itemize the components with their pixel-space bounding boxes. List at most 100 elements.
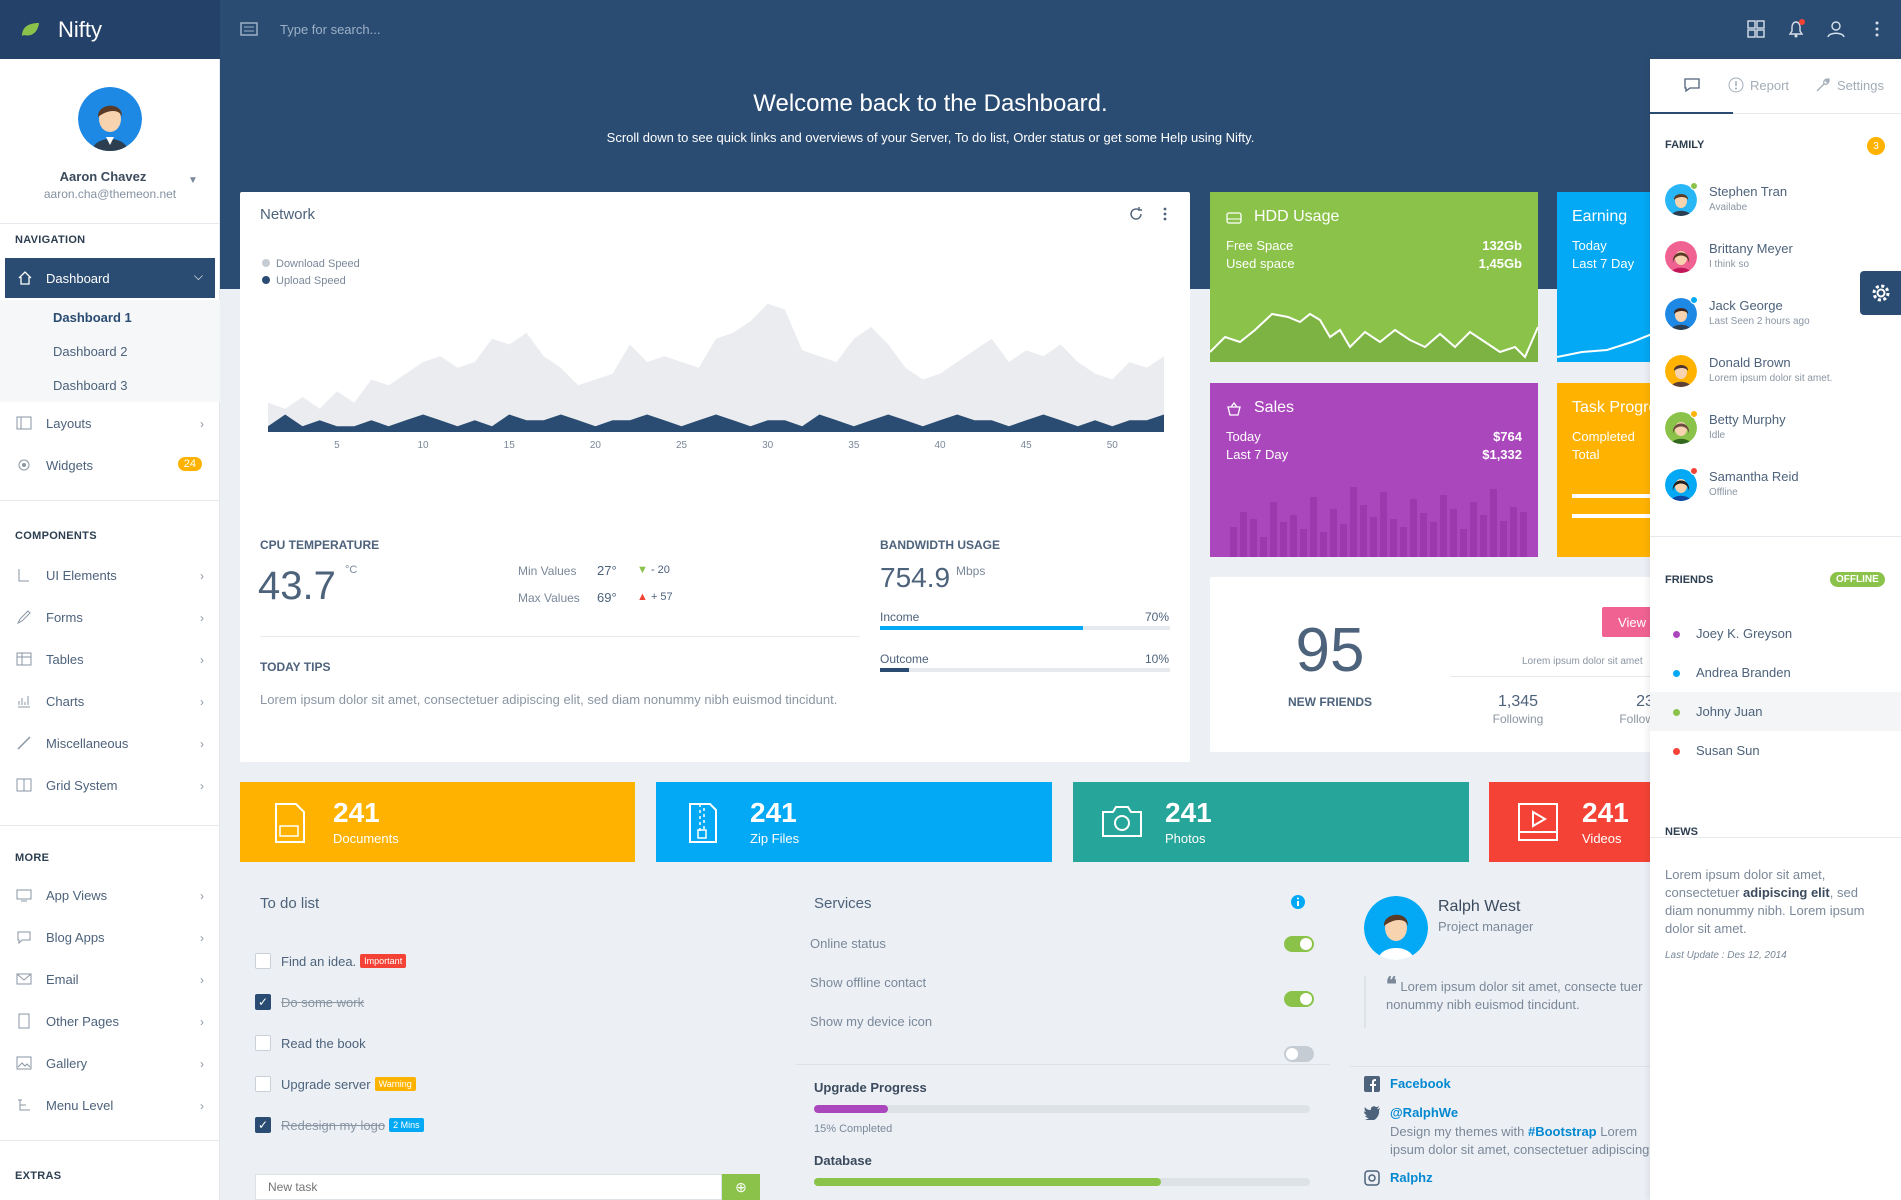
sidebar-item-forms[interactable]: Forms › bbox=[0, 597, 220, 637]
toggle-knob bbox=[1286, 1048, 1298, 1060]
extras-section-title: EXTRAS bbox=[15, 1170, 62, 1182]
chat-icon[interactable] bbox=[1683, 77, 1701, 93]
status-dot bbox=[1673, 670, 1680, 677]
chevron-right-icon: › bbox=[200, 737, 204, 751]
settings-toggle-button[interactable] bbox=[1860, 271, 1901, 315]
sidebar-item-other-pages[interactable]: Other Pages › bbox=[0, 1001, 220, 1041]
device-icon-toggle[interactable] bbox=[1284, 1046, 1314, 1062]
todo-item[interactable]: ✓ Redesign my logo 2 Mins bbox=[255, 1114, 424, 1136]
friends-count: 95 bbox=[1295, 616, 1365, 685]
contact-stephen-tran[interactable]: Stephen Tran Availabe bbox=[1665, 180, 1895, 230]
sales-bar bbox=[1300, 529, 1307, 557]
value: $764 bbox=[1493, 429, 1522, 444]
stat-tile-photos[interactable]: 241 Photos bbox=[1073, 782, 1469, 862]
new-task-input[interactable] bbox=[255, 1174, 722, 1200]
sidebar-item-label: Gallery bbox=[46, 1055, 88, 1071]
sales-tile: Sales Today $764 Last 7 Day $1,332 bbox=[1210, 383, 1538, 557]
sidebar-item-app-views[interactable]: App Views › bbox=[0, 875, 220, 915]
stat-tile-documents[interactable]: 241 Documents bbox=[240, 782, 635, 862]
sidebar-item-menu-level[interactable]: Menu Level › bbox=[0, 1085, 220, 1125]
contact-donald-brown[interactable]: Donald Brown Lorem ipsum dolor sit amet. bbox=[1665, 351, 1895, 401]
todo-item[interactable]: Upgrade server Warning bbox=[255, 1073, 416, 1095]
sales-bar bbox=[1480, 515, 1487, 557]
todo-item[interactable]: ✓ Do some work bbox=[255, 991, 364, 1013]
sidebar-item-dashboard[interactable]: Dashboard ⌵ bbox=[5, 258, 215, 298]
todo-item[interactable]: Find an idea. Important bbox=[255, 950, 407, 972]
grid-icon[interactable] bbox=[1745, 18, 1767, 40]
tab-report[interactable]: Report bbox=[1728, 77, 1789, 93]
todo-checkbox[interactable]: ✓ bbox=[255, 994, 271, 1010]
divider bbox=[0, 223, 220, 224]
facebook-link[interactable]: Facebook bbox=[1390, 1076, 1451, 1091]
gallery-icon bbox=[16, 1056, 32, 1070]
sidebar-item-gallery[interactable]: Gallery › bbox=[0, 1043, 220, 1083]
user-icon[interactable] bbox=[1825, 18, 1847, 40]
todo-checkbox[interactable]: ✓ bbox=[255, 1117, 271, 1133]
add-task-button[interactable]: ⊕ bbox=[722, 1174, 760, 1200]
leaf-logo-icon bbox=[22, 22, 39, 36]
toggle-knob bbox=[1300, 993, 1312, 1005]
brand[interactable]: Nifty bbox=[0, 0, 220, 59]
bell-icon[interactable] bbox=[1785, 18, 1807, 40]
sidebar-item-ui-elements[interactable]: UI Elements › bbox=[0, 555, 220, 595]
refresh-icon[interactable] bbox=[1128, 206, 1144, 222]
comment-icon bbox=[17, 931, 31, 945]
online-status-toggle[interactable] bbox=[1284, 936, 1314, 952]
status-dot bbox=[1673, 748, 1680, 755]
instagram-link[interactable]: Ralphz bbox=[1390, 1170, 1433, 1185]
twitter-link[interactable]: @RalphWe bbox=[1390, 1105, 1458, 1120]
friend-joey-greyson[interactable]: Joey K. Greyson bbox=[1650, 614, 1901, 653]
sidebar-subitem-dashboard-1[interactable]: Dashboard 1 bbox=[0, 300, 220, 334]
sales-bar bbox=[1270, 502, 1277, 557]
sidebar-subitem-dashboard-3[interactable]: Dashboard 3 bbox=[0, 368, 220, 402]
sidebar-item-blog-apps[interactable]: Blog Apps › bbox=[0, 917, 220, 957]
info-icon[interactable] bbox=[1290, 894, 1306, 910]
sidebar-subitem-dashboard-2[interactable]: Dashboard 2 bbox=[0, 334, 220, 368]
friend-susan-sun[interactable]: Susan Sun bbox=[1650, 731, 1901, 770]
friend-johny-juan[interactable]: Johny Juan bbox=[1650, 692, 1901, 731]
avatar[interactable] bbox=[78, 87, 142, 151]
profile-avatar[interactable] bbox=[1364, 896, 1428, 960]
profile-quote: ❝ Lorem ipsum dolor sit amet, consecte t… bbox=[1364, 976, 1650, 1028]
tab-settings[interactable]: Settings bbox=[1815, 77, 1884, 93]
friend-name: Susan Sun bbox=[1696, 743, 1760, 758]
chevron-right-icon: › bbox=[200, 779, 204, 793]
profile-name[interactable]: Ralph West bbox=[1438, 898, 1520, 916]
todo-item[interactable]: Read the book bbox=[255, 1032, 366, 1054]
stat-label: Photos bbox=[1165, 831, 1206, 846]
gear-icon bbox=[1872, 284, 1889, 302]
sidebar-item-grid-system[interactable]: Grid System › bbox=[0, 765, 220, 805]
sidebar-item-tables[interactable]: Tables › bbox=[0, 639, 220, 679]
search-input[interactable] bbox=[280, 18, 680, 40]
page-subtitle: Scroll down to see quick links and overv… bbox=[606, 130, 1255, 145]
sidebar-item-layouts[interactable]: Layouts › bbox=[0, 403, 220, 443]
upgrade-text: 15% Completed bbox=[814, 1123, 893, 1135]
todo-checkbox[interactable] bbox=[255, 1035, 271, 1051]
sidebar-item-email[interactable]: Email › bbox=[0, 959, 220, 999]
divider bbox=[260, 636, 860, 637]
max-label: Max Values bbox=[518, 591, 580, 605]
more-vert-icon[interactable] bbox=[1157, 206, 1173, 222]
sidebar-item-widgets[interactable]: Widgets 24 bbox=[0, 445, 220, 485]
sales-today-row: Today $764 bbox=[1226, 429, 1522, 444]
todo-checkbox[interactable] bbox=[255, 1076, 271, 1092]
sidebar-item-miscellaneous[interactable]: Miscellaneous › bbox=[0, 723, 220, 763]
contact-betty-murphy[interactable]: Betty Murphy Idle bbox=[1665, 408, 1895, 458]
chevron-right-icon: › bbox=[200, 973, 204, 987]
stat-tile-zip-files[interactable]: 241 Zip Files bbox=[656, 782, 1052, 862]
friend-andrea-branden[interactable]: Andrea Branden bbox=[1650, 653, 1901, 692]
hashtag-link[interactable]: #Bootstrap bbox=[1528, 1124, 1597, 1139]
divider bbox=[796, 1064, 1330, 1065]
user-name[interactable]: Aaron Chavez bbox=[0, 169, 206, 184]
user-menu-caret-icon[interactable]: ▼ bbox=[188, 175, 198, 186]
contact-samantha-reid[interactable]: Samantha Reid Offline bbox=[1665, 465, 1895, 515]
contact-name: Betty Murphy bbox=[1709, 412, 1786, 427]
page-title: Welcome back to the Dashboard. bbox=[753, 90, 1108, 117]
sidebar-item-label: Menu Level bbox=[46, 1097, 114, 1113]
sidebar-item-charts[interactable]: Charts › bbox=[0, 681, 220, 721]
offline-contact-toggle[interactable] bbox=[1284, 991, 1314, 1007]
more-vert-icon[interactable] bbox=[1866, 18, 1888, 40]
todo-checkbox[interactable] bbox=[255, 953, 271, 969]
sidebar-item-label: Forms bbox=[46, 609, 83, 625]
menu-icon[interactable] bbox=[240, 20, 258, 38]
